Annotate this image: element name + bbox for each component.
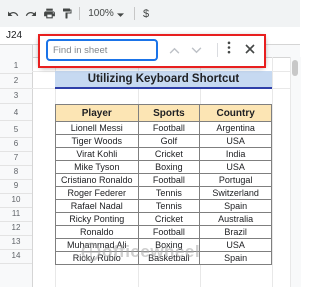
zoom-value: 100% — [88, 8, 114, 19]
cell-player[interactable]: Ricky Rubio — [55, 251, 139, 265]
scrollbar-thumb[interactable] — [292, 60, 298, 76]
chevron-up-icon — [169, 41, 180, 59]
cell-sports[interactable]: Football — [137, 173, 201, 187]
cell-sports[interactable]: Basketball — [137, 251, 201, 265]
cell-country[interactable]: Portugal — [199, 173, 272, 187]
row-header-strip: 1 2 3 4 5 6 7 8 9 10 11 12 13 14 — [0, 57, 33, 287]
next-match-button[interactable] — [188, 42, 204, 58]
vertical-scrollbar[interactable] — [290, 57, 301, 287]
more-options-button[interactable] — [222, 41, 236, 59]
table-row: Tiger Woods Golf USA — [55, 134, 272, 148]
table-row: Lionell Messi Football Argentina — [55, 121, 272, 135]
toolbar: 100% $ — [0, 0, 300, 28]
cell-country[interactable]: Brazil — [199, 225, 272, 239]
cell-country[interactable]: Argentina — [199, 121, 272, 135]
table-row: Virat Kohli Cricket India — [55, 147, 272, 161]
cell-player[interactable]: Mike Tyson — [55, 160, 139, 174]
toolbar-divider — [79, 7, 80, 20]
cell-sports[interactable]: Tennis — [137, 186, 201, 200]
table-row: Mike Tyson Boxing USA — [55, 160, 272, 174]
find-input[interactable] — [46, 39, 158, 61]
cell-country[interactable]: Spain — [199, 199, 272, 213]
cell-player[interactable]: Lionell Messi — [55, 121, 139, 135]
zoom-select[interactable]: 100% — [86, 6, 126, 21]
toolbar-divider — [134, 7, 135, 20]
cell-sports[interactable]: Boxing — [137, 238, 201, 252]
cell-player[interactable]: Tiger Woods — [55, 134, 139, 148]
cell-player[interactable]: Ricky Ponting — [55, 212, 139, 226]
cell-country[interactable]: Switzerland — [199, 186, 272, 200]
cell-sports[interactable]: Boxing — [137, 160, 201, 174]
cell-player[interactable]: Muhammad Ali — [55, 238, 139, 252]
table-row: Roger Federer Tennis Switzerland — [55, 186, 272, 200]
print-icon[interactable] — [42, 6, 56, 21]
currency-icon: $ — [142, 7, 150, 20]
undo-icon[interactable] — [6, 6, 20, 21]
cell-country[interactable]: USA — [199, 160, 272, 174]
cell-country[interactable]: Australia — [199, 212, 272, 226]
find-bar-divider — [217, 43, 218, 57]
close-find-button[interactable] — [242, 42, 258, 58]
row-number[interactable]: 4 — [0, 104, 32, 121]
redo-icon[interactable] — [24, 6, 38, 21]
cell-sports[interactable]: Tennis — [137, 199, 201, 213]
chevron-down-icon — [116, 5, 124, 23]
previous-match-button[interactable] — [166, 42, 182, 58]
table-row: Rafael Nadal Tennis Spain — [55, 199, 272, 213]
cell-sports[interactable]: Golf — [137, 134, 201, 148]
row-number[interactable]: 3 — [0, 87, 32, 104]
cell-player[interactable]: Roger Federer — [55, 186, 139, 200]
close-icon — [245, 41, 255, 59]
table-header-row: Player Sports Country — [55, 104, 272, 122]
more-vert-icon — [227, 41, 231, 59]
cell-country[interactable]: USA — [199, 134, 272, 148]
table-row: Muhammad Ali Boxing USA — [55, 238, 272, 252]
cell-sports[interactable]: Football — [137, 121, 201, 135]
name-box[interactable]: J24 — [0, 27, 34, 44]
table-row: Ricky Rubio Basketball Spain — [55, 251, 272, 265]
table-row: Ronaldo Football Brazil — [55, 225, 272, 239]
data-table: Player Sports Country Lionell Messi Foot… — [55, 104, 272, 265]
table-row: Cristiano Ronaldo Football Portugal — [55, 173, 272, 187]
cell-country[interactable]: Spain — [199, 251, 272, 265]
cell-sports[interactable]: Cricket — [137, 212, 201, 226]
paint-format-icon[interactable] — [60, 6, 74, 21]
header-country[interactable]: Country — [199, 104, 272, 122]
cell-country[interactable]: USA — [199, 238, 272, 252]
sheet-title[interactable]: Utilizing Keyboard Shortcut — [55, 71, 272, 89]
chevron-down-icon — [191, 41, 202, 59]
header-sports[interactable]: Sports — [137, 104, 201, 122]
table-row: Ricky Ponting Cricket Australia — [55, 212, 272, 226]
cell-sports[interactable]: Football — [137, 225, 201, 239]
cell-country[interactable]: India — [199, 147, 272, 161]
cell-player[interactable]: Virat Kohli — [55, 147, 139, 161]
header-player[interactable]: Player — [55, 104, 139, 122]
cell-player[interactable]: Rafael Nadal — [55, 199, 139, 213]
grid-line — [272, 57, 273, 287]
row-number[interactable]: 14 — [0, 247, 32, 264]
find-in-sheet-bar — [38, 34, 266, 68]
cell-player[interactable]: Ronaldo — [55, 225, 139, 239]
cell-player[interactable]: Cristiano Ronaldo — [55, 173, 139, 187]
cell-sports[interactable]: Cricket — [137, 147, 201, 161]
currency-format-button[interactable]: $ — [141, 6, 151, 21]
